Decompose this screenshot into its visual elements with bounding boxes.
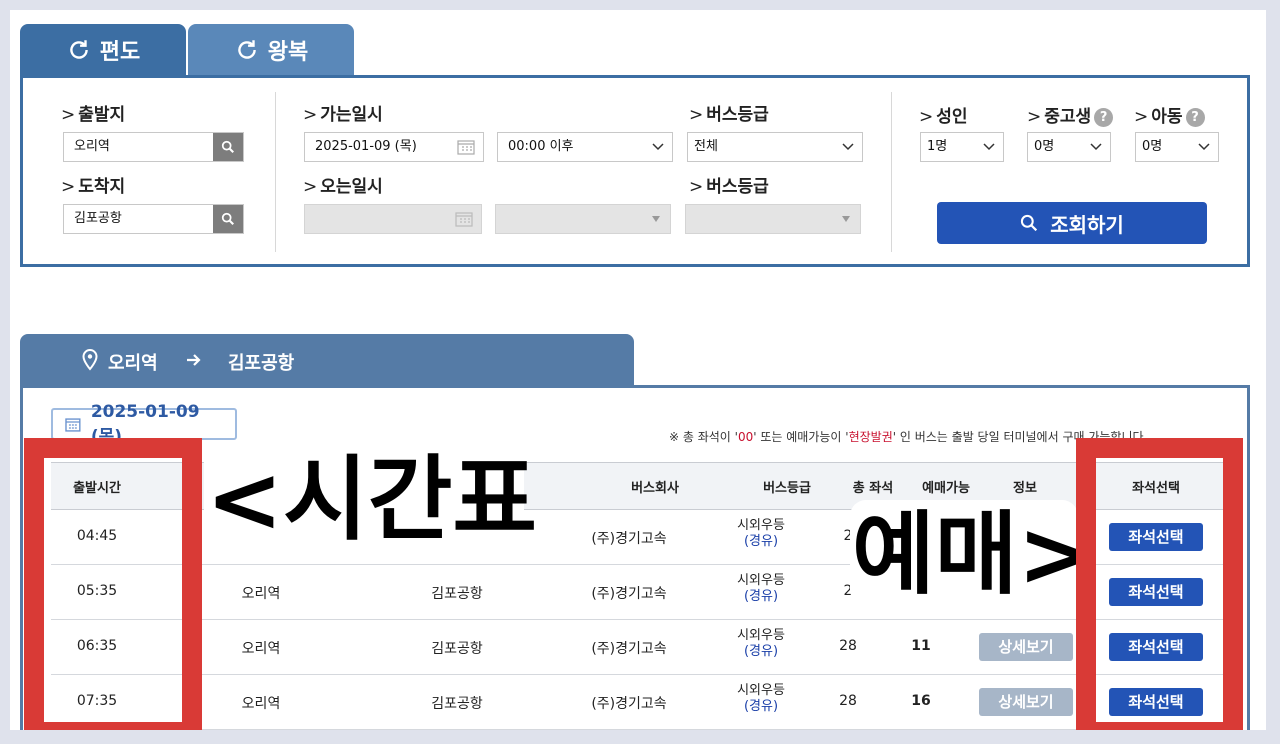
bus-grade: 시외우등 (경유) xyxy=(737,683,785,714)
route-destination: 김포공항 xyxy=(228,353,295,374)
help-icon[interactable]: ? xyxy=(1185,108,1205,127)
adult-label: > 성인 xyxy=(919,107,968,127)
chevron-down-icon xyxy=(652,143,664,151)
origin-label: > 출발지 xyxy=(61,105,126,125)
bus-company: (주)경기고속 xyxy=(591,641,667,657)
return-datetime-label: > 오는일시 xyxy=(303,177,383,197)
arrow-right-icon xyxy=(187,354,201,366)
return-bus-grade-select[interactable] xyxy=(685,204,861,234)
calendar-icon xyxy=(455,212,473,227)
bus-grade-label: > 버스등급 xyxy=(689,105,769,125)
route-origin: 오리역 xyxy=(108,353,158,374)
search-icon xyxy=(1021,214,1038,232)
tab-roundtrip-label: 왕복 xyxy=(267,40,309,65)
timetable-caption: <시간표 xyxy=(206,446,538,553)
search-panel: > 출발지 오리역 > 도착지 김포공항 > 가는일시 2025-01-09 (목) … xyxy=(20,75,1250,267)
divider xyxy=(891,92,892,252)
calendar-icon xyxy=(457,140,475,155)
bus-grade: 시외우등 (경유) xyxy=(737,573,785,604)
detail-button[interactable]: 상세보기 xyxy=(979,688,1073,716)
student-count-value: 0명 xyxy=(1034,139,1055,154)
col-company: 버스회사 xyxy=(631,481,679,496)
chevron-down-icon xyxy=(1198,143,1210,151)
total-seats: 28 xyxy=(839,638,857,654)
depart-date-field[interactable]: 2025-01-09 (목) xyxy=(304,132,484,162)
chevron-down-icon xyxy=(1090,143,1102,151)
return-bus-grade-label: > 버스등급 xyxy=(689,177,769,197)
destination: 김포공항 xyxy=(431,586,483,602)
refresh-icon xyxy=(69,40,88,59)
depart-time-value: 00:00 이후 xyxy=(508,139,574,154)
child-label: > 아동? xyxy=(1134,102,1205,127)
dropdown-arrow-icon xyxy=(652,216,660,222)
destination-field[interactable]: 김포공항 xyxy=(63,204,244,234)
table-row: 06:35 오리역 김포공항 (주)경기고속 시외우등 (경유) 28 11 상세… xyxy=(51,620,1223,675)
available-seats: 16 xyxy=(911,693,931,709)
adult-count-select[interactable]: 1명 xyxy=(920,132,1004,162)
booking-caption: 예매> xyxy=(852,502,1094,607)
highlight-box xyxy=(1076,438,1243,730)
destination-search-button[interactable] xyxy=(213,205,243,233)
total-seats: 28 xyxy=(839,693,857,709)
available-seats: 11 xyxy=(911,638,931,654)
col-grade: 버스등급 xyxy=(763,481,811,496)
search-icon xyxy=(221,140,234,153)
destination: 김포공항 xyxy=(431,641,483,657)
search-button[interactable]: 조회하기 xyxy=(937,202,1207,244)
tab-roundtrip[interactable]: 왕복 xyxy=(188,24,354,76)
highlight-box xyxy=(24,438,202,730)
detail-button[interactable]: 상세보기 xyxy=(979,633,1073,661)
table-row: 07:35 오리역 김포공항 (주)경기고속 시외우등 (경유) 28 16 상세… xyxy=(51,675,1223,730)
origin-search-button[interactable] xyxy=(213,133,243,161)
search-button-label: 조회하기 xyxy=(1050,212,1124,237)
student-label: > 중고생? xyxy=(1027,102,1114,127)
child-count-select[interactable]: 0명 xyxy=(1135,132,1219,162)
bus-company: (주)경기고속 xyxy=(591,696,667,712)
bus-grade-value: 전체 xyxy=(694,139,718,154)
route-header: 오리역 김포공항 xyxy=(20,334,634,386)
col-info: 정보 xyxy=(1013,481,1037,496)
destination-label: > 도착지 xyxy=(61,177,126,197)
origin-field[interactable]: 오리역 xyxy=(63,132,244,162)
booking-page: 편도 왕복 > 출발지 오리역 > 도착지 김포공항 > 가는일시 2025-01-0… xyxy=(10,10,1266,730)
destination-value: 김포공항 xyxy=(74,211,122,226)
col-total-seats: 총 좌석 xyxy=(852,481,894,496)
depart-time-select[interactable]: 00:00 이후 xyxy=(497,132,673,162)
adult-count-value: 1명 xyxy=(927,139,948,154)
bus-grade: 시외우등 (경유) xyxy=(737,518,785,549)
bus-grade-select[interactable]: 전체 xyxy=(687,132,863,162)
bus-grade: 시외우등 (경유) xyxy=(737,628,785,659)
return-time-select[interactable] xyxy=(495,204,671,234)
destination: 김포공항 xyxy=(431,696,483,712)
chevron-down-icon xyxy=(842,143,854,151)
depart-datetime-label: > 가는일시 xyxy=(303,105,383,125)
tab-oneway-label: 편도 xyxy=(99,40,141,65)
chevron-down-icon xyxy=(983,143,995,151)
map-pin-icon xyxy=(82,349,98,371)
origin: 오리역 xyxy=(241,696,281,712)
divider xyxy=(275,92,276,252)
origin-value: 오리역 xyxy=(74,139,110,154)
bus-company: (주)경기고속 xyxy=(591,586,667,602)
result-date[interactable]: 2025-01-09 (목) xyxy=(51,402,237,447)
refresh-icon xyxy=(237,40,256,59)
origin: 오리역 xyxy=(241,641,281,657)
bus-company: (주)경기고속 xyxy=(591,531,667,547)
help-icon[interactable]: ? xyxy=(1094,108,1114,127)
calendar-icon xyxy=(65,417,81,432)
search-icon xyxy=(221,212,234,225)
depart-date-value: 2025-01-09 (목) xyxy=(315,139,417,154)
return-date-field[interactable] xyxy=(304,204,482,234)
dropdown-arrow-icon xyxy=(842,216,850,222)
student-count-select[interactable]: 0명 xyxy=(1027,132,1111,162)
origin: 오리역 xyxy=(241,586,281,602)
tab-oneway[interactable]: 편도 xyxy=(20,24,186,76)
col-available: 예매가능 xyxy=(922,481,970,496)
child-count-value: 0명 xyxy=(1142,139,1163,154)
